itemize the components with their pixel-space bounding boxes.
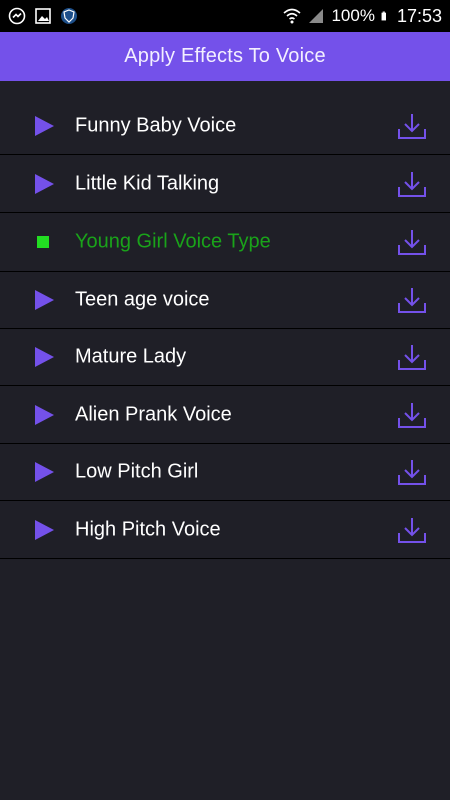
play-icon[interactable] xyxy=(33,461,55,483)
effect-label: Mature Lady xyxy=(75,345,187,368)
status-bar: 100% 17:53 xyxy=(0,0,450,32)
play-icon[interactable] xyxy=(33,519,55,541)
download-icon[interactable] xyxy=(397,111,427,141)
effect-label: Little Kid Talking xyxy=(75,172,220,194)
play-icon[interactable] xyxy=(33,289,55,311)
effect-row[interactable]: Low Pitch Girl xyxy=(0,444,450,501)
wifi-icon xyxy=(283,8,301,24)
download-icon[interactable] xyxy=(397,169,427,199)
effect-label: Young Girl Voice Type xyxy=(75,230,271,253)
image-icon xyxy=(35,8,51,24)
clock: 17:53 xyxy=(396,5,442,26)
download-icon[interactable] xyxy=(397,457,427,487)
download-icon[interactable] xyxy=(397,227,427,257)
effect-row[interactable]: Mature Lady xyxy=(0,329,450,386)
page-title: Apply Effects To Voice xyxy=(124,45,326,67)
stop-icon[interactable] xyxy=(33,231,55,253)
effect-label: Funny Baby Voice xyxy=(75,114,237,137)
effect-row[interactable]: Teen age voice xyxy=(0,272,450,329)
effect-row[interactable]: Alien Prank Voice xyxy=(0,386,450,444)
play-icon[interactable] xyxy=(33,404,55,426)
app-bar: Apply Effects To Voice xyxy=(0,32,450,81)
battery-percent: 100% xyxy=(331,6,375,25)
status-left-icons xyxy=(8,7,78,25)
effect-label: Low Pitch Girl xyxy=(75,460,199,483)
effects-list: Funny Baby Voice Little Kid Talking Young … xyxy=(0,98,450,559)
status-right: 100% 17:53 xyxy=(283,6,442,27)
messenger-icon xyxy=(8,7,26,25)
effect-row[interactable]: Little Kid Talking xyxy=(0,155,450,213)
battery-icon xyxy=(381,11,386,21)
effect-label: Alien Prank Voice xyxy=(75,403,232,425)
download-icon[interactable] xyxy=(397,515,427,545)
signal-icon xyxy=(309,9,324,23)
download-icon[interactable] xyxy=(397,342,427,372)
play-icon[interactable] xyxy=(33,346,55,368)
effect-row[interactable]: Young Girl Voice Type xyxy=(0,213,450,272)
effect-row[interactable]: High Pitch Voice xyxy=(0,501,450,559)
download-icon[interactable] xyxy=(397,400,427,430)
effect-row[interactable]: Funny Baby Voice xyxy=(0,98,450,155)
effect-label: Teen age voice xyxy=(75,288,210,311)
download-icon[interactable] xyxy=(397,285,427,315)
effect-label: High Pitch Voice xyxy=(75,518,221,540)
play-icon[interactable] xyxy=(33,115,55,137)
play-icon[interactable] xyxy=(33,173,55,195)
shield-icon xyxy=(61,8,77,24)
